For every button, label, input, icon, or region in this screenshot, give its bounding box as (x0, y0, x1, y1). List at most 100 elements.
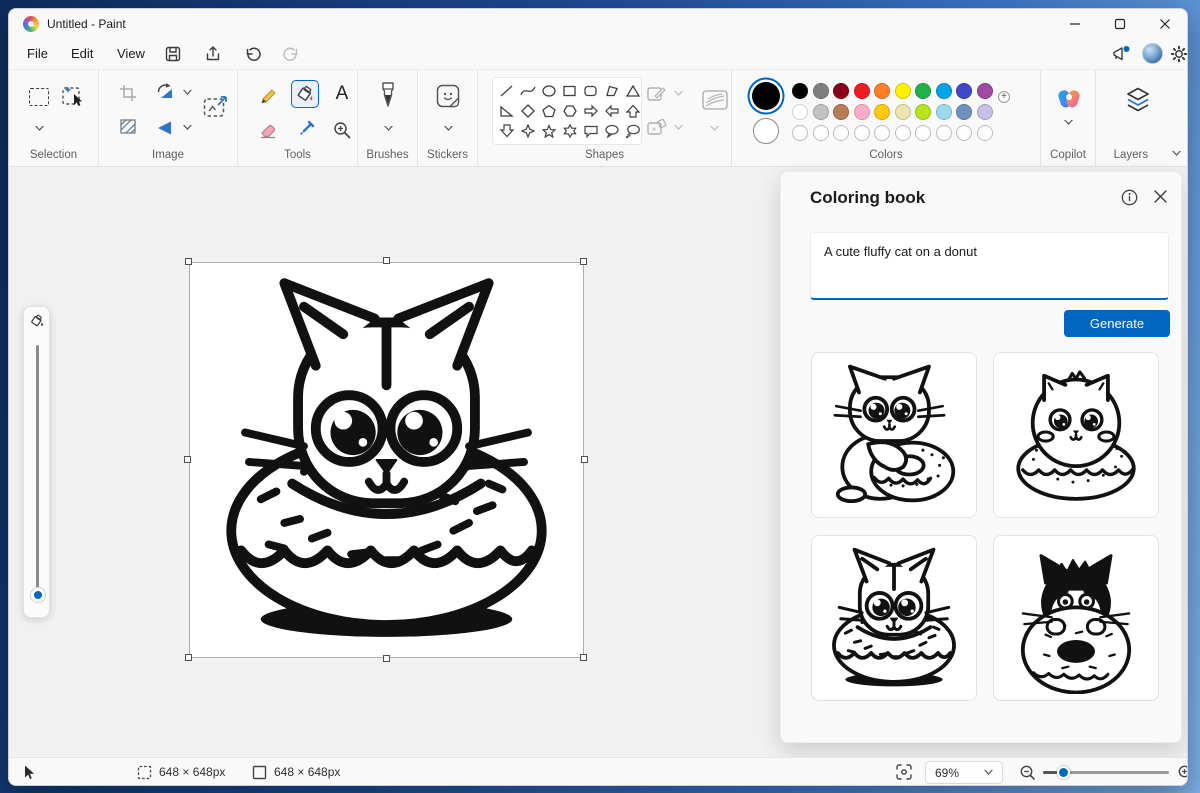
shape-right-triangle[interactable] (499, 104, 515, 118)
crop-icon[interactable] (119, 84, 137, 107)
menu-file[interactable]: File (21, 44, 54, 63)
minimize-button[interactable] (1052, 9, 1097, 39)
redo-button[interactable] (279, 43, 303, 65)
pencil-tool-icon[interactable] (254, 80, 282, 108)
flip-icon[interactable] (155, 120, 175, 141)
ribbon-overflow-chevron[interactable] (1172, 151, 1181, 156)
shape-arrow-up[interactable] (625, 104, 641, 118)
shape-curve[interactable] (520, 84, 536, 98)
palette-swatch[interactable] (935, 104, 952, 120)
shape-six-point-star[interactable] (562, 123, 578, 138)
magnifier-tool-icon[interactable] (328, 116, 356, 144)
palette-swatch[interactable] (915, 104, 931, 120)
brush-icon[interactable] (377, 81, 399, 114)
palette-swatch[interactable] (833, 83, 849, 99)
maximize-button[interactable] (1097, 9, 1142, 39)
palette-swatch[interactable] (976, 83, 993, 99)
rotate-icon[interactable] (155, 82, 175, 107)
panel-close-icon[interactable] (1153, 189, 1168, 207)
palette-swatch[interactable] (894, 83, 911, 99)
result-thumbnail-1[interactable] (811, 352, 977, 518)
rotate-dropdown-chevron[interactable] (183, 90, 192, 95)
selection-handle-s[interactable] (383, 655, 390, 662)
palette-swatch[interactable] (956, 83, 972, 99)
result-thumbnail-3[interactable] (811, 535, 977, 701)
selection-handle-nw[interactable] (185, 258, 192, 265)
palette-swatch[interactable] (812, 104, 829, 120)
palette-swatch-empty[interactable] (833, 125, 849, 141)
zoom-in-icon[interactable] (1177, 758, 1187, 785)
zoom-slider-thumb[interactable] (1057, 766, 1070, 779)
shape-four-point-star[interactable] (520, 123, 536, 138)
shape-rounded-rectangle[interactable] (583, 84, 599, 98)
palette-swatch-empty[interactable] (935, 125, 952, 141)
account-avatar[interactable] (1142, 43, 1163, 64)
shape-hexagon[interactable] (562, 104, 578, 118)
drawing-canvas[interactable] (189, 262, 584, 658)
color2-swatch[interactable] (753, 118, 779, 144)
tolerance-slider-track[interactable] (36, 345, 39, 595)
zoom-slider-track[interactable] (1043, 766, 1169, 779)
palette-swatch[interactable] (874, 104, 890, 120)
shape-oval[interactable] (541, 84, 557, 98)
palette-swatch-empty[interactable] (853, 125, 870, 141)
palette-swatch[interactable] (915, 83, 931, 99)
palette-swatch-empty[interactable] (792, 125, 808, 141)
palette-swatch-empty[interactable] (874, 125, 890, 141)
info-icon[interactable] (1121, 189, 1138, 211)
shape-oval-callout[interactable] (604, 124, 620, 138)
selection-handle-se[interactable] (580, 654, 587, 661)
result-thumbnail-4[interactable] (993, 535, 1159, 701)
settings-gear-icon[interactable] (1167, 43, 1187, 65)
shapes-gallery[interactable] (492, 77, 642, 145)
palette-swatch[interactable] (853, 104, 870, 120)
palette-swatch-empty[interactable] (812, 125, 829, 141)
palette-swatch[interactable] (792, 83, 808, 99)
text-tool-icon[interactable]: A (328, 80, 356, 108)
palette-swatch-empty[interactable] (894, 125, 911, 141)
palette-swatch[interactable] (894, 104, 911, 120)
shape-thought-bubble[interactable] (625, 124, 641, 138)
shape-arrow-left[interactable] (604, 104, 620, 118)
shape-rectangle[interactable] (562, 84, 578, 98)
result-thumbnail-2[interactable] (993, 352, 1159, 518)
brushes-dropdown-chevron[interactable] (384, 126, 393, 131)
palette-swatch[interactable] (853, 83, 870, 99)
palette-swatch[interactable] (956, 104, 972, 120)
shape-triangle[interactable] (625, 84, 641, 98)
shape-speech-bubble[interactable] (583, 124, 599, 138)
palette-swatch[interactable] (792, 104, 808, 120)
shape-heart[interactable] (499, 144, 515, 146)
shape-polygon[interactable] (604, 84, 620, 98)
stickers-dropdown-chevron[interactable] (444, 126, 453, 131)
resize-skew-icon[interactable] (119, 118, 139, 141)
copilot-dropdown-chevron[interactable] (1064, 120, 1073, 125)
palette-swatch[interactable] (976, 104, 993, 120)
palette-swatch[interactable] (935, 83, 952, 99)
shape-lightning[interactable] (520, 143, 536, 146)
palette-swatch[interactable] (874, 83, 890, 99)
palette-swatch-empty[interactable] (915, 125, 931, 141)
shape-diamond[interactable] (520, 103, 536, 118)
shape-pentagon[interactable] (541, 104, 557, 118)
menu-edit[interactable]: Edit (65, 44, 99, 63)
selection-handle-e[interactable] (581, 456, 588, 463)
zoom-dropdown[interactable]: 69% (925, 761, 1003, 784)
palette-swatch[interactable] (833, 104, 849, 120)
sticker-icon[interactable] (435, 83, 461, 114)
menu-view[interactable]: View (111, 44, 151, 63)
selection-handle-sw[interactable] (185, 654, 192, 661)
selection-handle-ne[interactable] (580, 258, 587, 265)
layers-icon[interactable] (1124, 86, 1152, 119)
shape-arrow-down[interactable] (499, 123, 515, 138)
flip-dropdown-chevron[interactable] (183, 125, 192, 130)
selection-handle-w[interactable] (184, 456, 191, 463)
zoom-out-icon[interactable] (1019, 758, 1036, 785)
shape-line[interactable] (499, 84, 515, 98)
generate-button[interactable]: Generate (1064, 310, 1170, 337)
eyedropper-tool-icon[interactable] (291, 116, 319, 144)
tolerance-slider-thumb[interactable] (30, 588, 45, 602)
selection-dropdown-chevron[interactable] (35, 126, 44, 131)
eraser-tool-icon[interactable] (254, 116, 282, 144)
palette-swatch[interactable] (812, 83, 829, 99)
